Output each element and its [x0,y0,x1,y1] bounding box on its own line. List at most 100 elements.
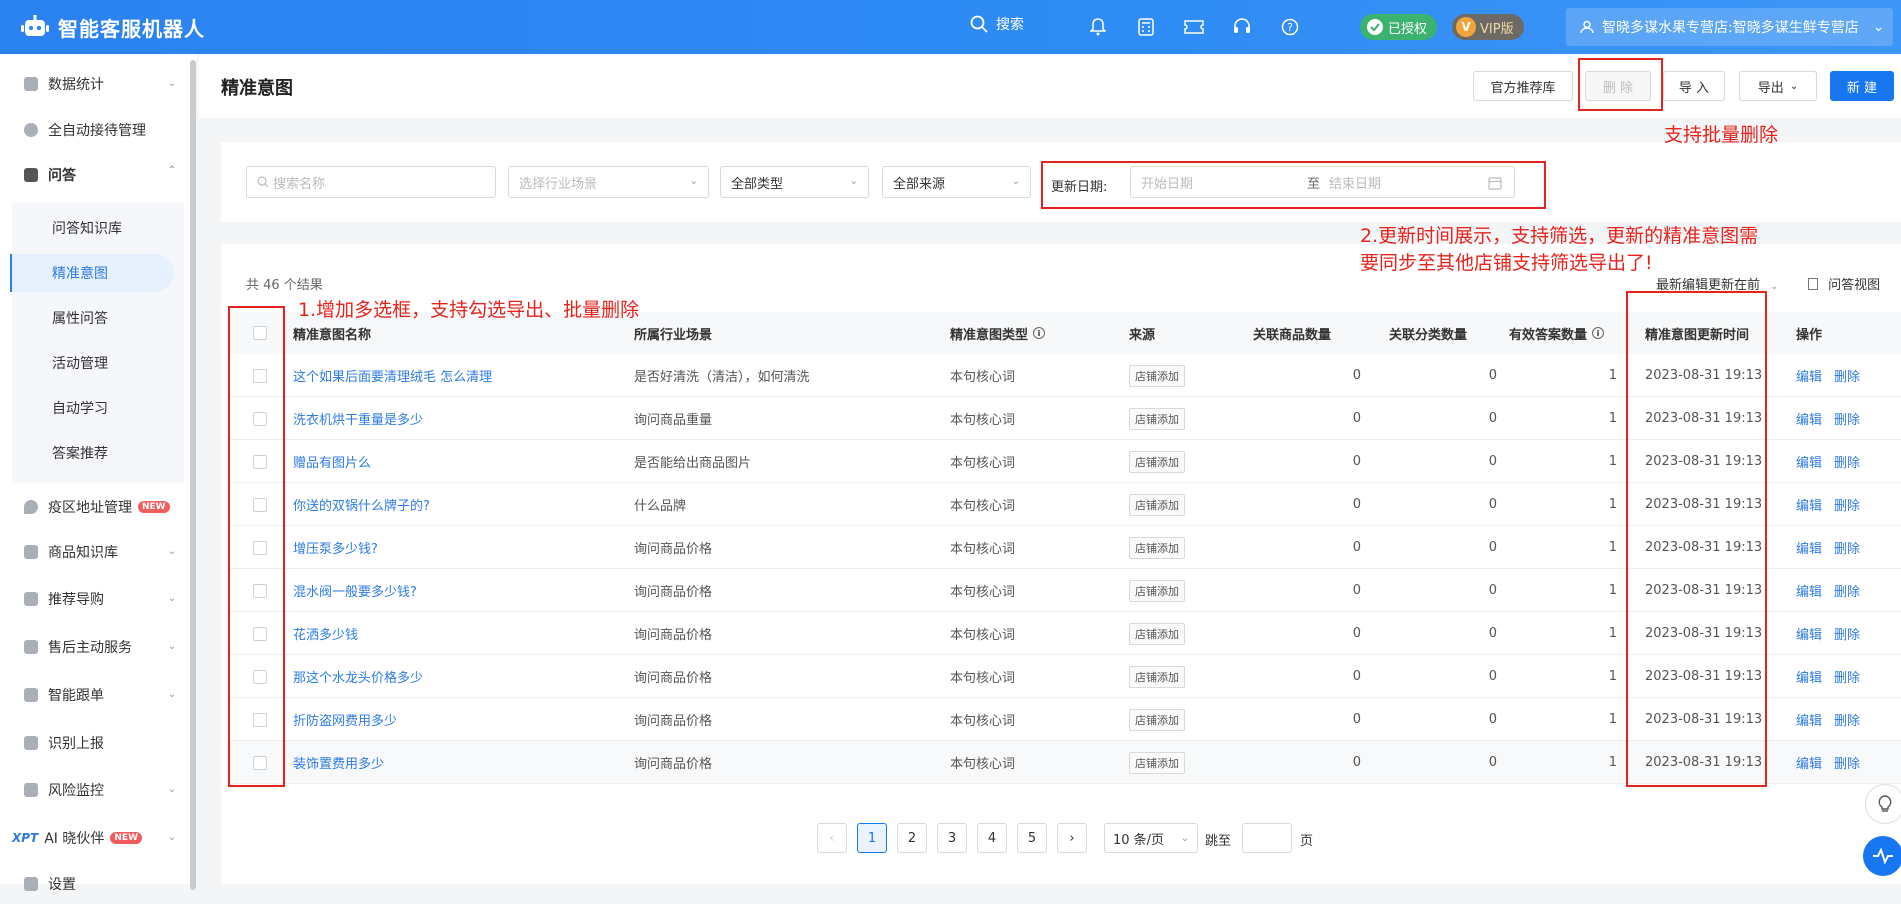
edit-link[interactable]: 编辑 [1796,710,1822,729]
edit-link[interactable]: 编辑 [1796,624,1822,643]
sidebar-item-label: AI 晓伙伴 [44,831,105,847]
source-tag: 店铺添加 [1129,536,1185,559]
sidebar-subitem-answer-rec[interactable]: 答案推荐 [12,434,174,472]
info-icon[interactable]: i [1033,327,1046,339]
industry-select[interactable]: 选择行业场景 ⌄ [508,166,709,198]
cell-name[interactable]: 折防盗网费用多少 [293,698,397,741]
page-1[interactable]: 1 [857,823,887,853]
sidebar-scrollbar[interactable] [190,60,196,890]
chart-icon [24,77,38,91]
search-name-input[interactable]: 搜索名称 [246,166,496,198]
edit-link[interactable]: 编辑 [1796,495,1822,514]
calculator-icon[interactable] [1133,14,1159,40]
qa-view-link[interactable]: 问答视图 [1808,274,1880,293]
authorized-badge[interactable]: 已授权 [1360,14,1438,40]
page-5[interactable]: 5 [1017,823,1047,853]
import-button[interactable]: 导 入 [1663,71,1725,101]
page-size-select[interactable]: 10 条/页 ⌄ [1104,823,1198,853]
sidebar-item-product-kb[interactable]: 商品知识库 ⌄ [0,532,186,572]
cell-category: 0 [1488,454,1497,469]
page-3[interactable]: 3 [937,823,967,853]
bag-icon [24,545,38,559]
cell-source: 店铺添加 [1129,526,1185,569]
vip-label: VIP版 [1480,21,1514,37]
sidebar-subitem-auto-learn[interactable]: 自动学习 [12,389,174,427]
prev-page-button[interactable]: ‹ [817,823,847,853]
qa-view-label: 问答视图 [1828,278,1881,293]
search-icon [970,15,988,33]
cell-name[interactable]: 装饰置费用多少 [293,741,384,784]
search-placeholder: 搜索名称 [273,176,326,192]
delete-link[interactable]: 删除 [1834,753,1860,772]
sidebar-item-epidemic-address[interactable]: 疫区地址管理 NEW [0,487,186,527]
sidebar-item-data-stats[interactable]: 数据统计 ⌄ [0,64,186,104]
delete-link[interactable]: 删除 [1834,581,1860,600]
edit-link[interactable]: 编辑 [1796,409,1822,428]
edit-link[interactable]: 编辑 [1796,538,1822,557]
sidebar-subitem-activity[interactable]: 活动管理 [12,344,174,382]
sidebar-item-qa[interactable]: 问答 ⌃ [0,155,186,195]
help-icon[interactable]: ? [1277,14,1303,40]
page-2[interactable]: 2 [897,823,927,853]
next-page-button[interactable]: › [1057,823,1087,853]
bell-icon[interactable] [1085,14,1111,40]
delete-link[interactable]: 删除 [1834,409,1860,428]
info-icon[interactable]: i [1592,327,1605,339]
page-size-value: 10 条/页 [1113,832,1165,848]
sidebar-item-report[interactable]: 识别上报 [0,723,186,763]
headset-icon[interactable] [1229,14,1255,40]
edit-link[interactable]: 编辑 [1796,366,1822,385]
cell-source: 店铺添加 [1129,612,1185,655]
sidebar-item-order-follow[interactable]: 智能跟单 ⌄ [0,675,186,715]
delete-link[interactable]: 删除 [1834,495,1860,514]
sidebar-item-settings[interactable]: 设置 [0,864,186,904]
new-button[interactable]: 新 建 [1830,71,1894,101]
type-select[interactable]: 全部类型 ⌄ [720,166,869,198]
page-4[interactable]: 4 [977,823,1007,853]
sidebar-item-after-sales[interactable]: 售后主动服务 ⌄ [0,627,186,667]
export-button[interactable]: 导出 ⌄ [1739,71,1817,101]
ticket-icon[interactable] [1181,14,1207,40]
cell-name[interactable]: 那这个水龙头价格多少 [293,655,423,698]
sidebar-item-ai-partner[interactable]: XPT AI 晓伙伴 NEW ⌄ [0,818,186,858]
jump-page-input[interactable] [1242,823,1292,853]
edit-link[interactable]: 编辑 [1796,452,1822,471]
cell-name[interactable]: 花洒多少钱 [293,612,358,655]
sidebar-subitem-qa-kb[interactable]: 问答知识库 [12,209,174,247]
sidebar-item-auto-reception[interactable]: 全自动接待管理 [0,110,186,150]
store-switcher[interactable]: 智晓多谋水果专营店:智晓多谋生鲜专营店 ⌄ [1566,8,1893,46]
cell-scene: 什么品牌 [634,499,687,514]
cell-name[interactable]: 增压泵多少钱? [293,526,378,569]
cell-category: 0 [1488,497,1497,512]
edit-link[interactable]: 编辑 [1796,581,1822,600]
cell-name[interactable]: 你送的双锅什么牌子的? [293,483,430,526]
delete-link[interactable]: 删除 [1834,452,1860,471]
health-monitor-icon[interactable] [1863,836,1901,876]
delete-link[interactable]: 删除 [1834,667,1860,686]
brand[interactable]: 智能客服机器人 [0,12,300,42]
sidebar-subitem-precise-intent[interactable]: 精准意图 [12,254,174,292]
clock-icon [24,123,38,137]
cell-category: 0 [1488,540,1497,555]
official-library-button[interactable]: 官方推荐库 [1473,71,1573,101]
delete-link[interactable]: 删除 [1834,624,1860,643]
delete-link[interactable]: 删除 [1834,538,1860,557]
col-type-label: 精准意图类型 [950,327,1029,343]
edit-link[interactable]: 编辑 [1796,753,1822,772]
svg-text:?: ? [1287,21,1293,34]
cell-name[interactable]: 赠品有图片么 [293,440,371,483]
cell-name[interactable]: 混水阀一般要多少钱? [293,569,417,612]
sidebar-subitem-attr-qa[interactable]: 属性问答 [12,299,174,337]
global-search[interactable]: 搜索 [970,14,1024,34]
sidebar-item-risk[interactable]: 风险监控 ⌄ [0,770,186,810]
vip-badge[interactable]: V VIP版 [1452,14,1524,40]
delete-link[interactable]: 删除 [1834,710,1860,729]
lightbulb-icon[interactable] [1865,784,1901,824]
sidebar-item-recommend[interactable]: 推荐导购 ⌄ [0,579,186,619]
delete-link[interactable]: 删除 [1834,366,1860,385]
source-select[interactable]: 全部来源 ⌄ [882,166,1031,198]
cell-name[interactable]: 这个如果后面要清理绒毛 怎么清理 [293,354,492,397]
edit-link[interactable]: 编辑 [1796,667,1822,686]
cell-name[interactable]: 洗衣机烘干重量是多少 [293,397,423,440]
cell-goods: 0 [1352,755,1361,770]
